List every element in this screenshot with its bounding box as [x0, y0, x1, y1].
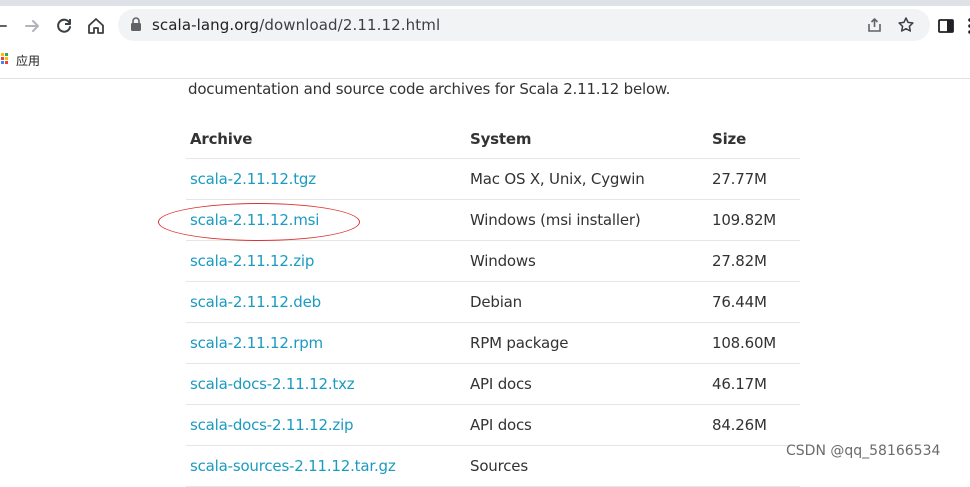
archive-link[interactable]: scala-docs-2.11.12.zip	[190, 416, 354, 434]
reload-icon[interactable]	[52, 14, 76, 38]
lock-icon[interactable]	[130, 17, 142, 37]
header-system: System	[466, 120, 708, 159]
table-row: scala-2.11.12.rpm RPM package 108.60M	[186, 322, 800, 364]
table-row: scala-docs-2.11.12.zip API docs 84.26M	[186, 404, 800, 446]
system-cell: RPM package	[466, 322, 708, 364]
sidebar-icon[interactable]	[934, 14, 958, 38]
system-cell: Windows	[466, 240, 708, 282]
bookmarks-bar	[0, 50, 970, 79]
size-cell: 108.60M	[708, 322, 800, 364]
header-size: Size	[708, 120, 800, 159]
table-row: scala-2.11.12.deb Debian 76.44M	[186, 281, 800, 323]
table-row: scala-docs-2.11.12.txz API docs 46.17M	[186, 363, 800, 405]
table-header-row: Archive System Size	[186, 120, 800, 159]
browser-toolbar: scala-lang.org/download/2.11.12.html	[0, 0, 970, 50]
size-cell: 27.82M	[708, 240, 800, 282]
system-cell: Mac OS X, Unix, Cygwin	[466, 158, 708, 200]
size-cell: 84.26M	[708, 404, 800, 446]
table-row: scala-sources-2.11.12.tar.gz Sources	[186, 445, 800, 487]
size-cell: 46.17M	[708, 363, 800, 405]
url-host: scala-lang.org	[152, 16, 260, 34]
home-icon[interactable]	[84, 14, 108, 38]
header-archive: Archive	[186, 120, 466, 159]
intro-text: documentation and source code archives f…	[188, 80, 671, 98]
table-row: scala-2.11.12.zip Windows 27.82M	[186, 240, 800, 282]
archive-link[interactable]: scala-2.11.12.deb	[190, 293, 321, 311]
star-icon[interactable]	[896, 15, 916, 35]
url-path: /download/2.11.12.html	[259, 16, 441, 34]
apps-grid-icon[interactable]	[0, 52, 9, 70]
archive-link[interactable]: scala-docs-2.11.12.txz	[190, 375, 355, 393]
system-cell: Windows (msi installer)	[466, 199, 708, 241]
bookmark-apps[interactable]: 应用	[16, 52, 40, 69]
url-text[interactable]: scala-lang.org/download/2.11.12.html	[152, 16, 440, 34]
archive-link[interactable]: scala-2.11.12.rpm	[190, 334, 323, 352]
address-bar[interactable]: scala-lang.org/download/2.11.12.html	[118, 9, 930, 41]
menu-icon[interactable]	[958, 14, 970, 38]
downloads-table: Archive System Size scala-2.11.12.tgz Ma…	[186, 120, 800, 487]
size-cell: 109.82M	[708, 199, 800, 241]
system-cell: Sources	[466, 445, 708, 487]
system-cell: API docs	[466, 404, 708, 446]
system-cell: API docs	[466, 363, 708, 405]
forward-arrow-icon[interactable]	[20, 14, 44, 38]
size-cell: 27.77M	[708, 158, 800, 200]
archive-link[interactable]: scala-sources-2.11.12.tar.gz	[190, 457, 396, 475]
archive-link[interactable]: scala-2.11.12.zip	[190, 252, 314, 270]
size-cell: 76.44M	[708, 281, 800, 323]
share-icon[interactable]	[864, 15, 884, 35]
archive-link[interactable]: scala-2.11.12.tgz	[190, 170, 316, 188]
system-cell: Debian	[466, 281, 708, 323]
back-arrow-icon[interactable]	[0, 14, 12, 38]
tab-strip-edge	[0, 0, 970, 6]
table-row: scala-2.11.12.tgz Mac OS X, Unix, Cygwin…	[186, 158, 800, 200]
watermark: CSDN @qq_58166534	[786, 443, 941, 459]
highlight-ellipse	[158, 203, 360, 241]
